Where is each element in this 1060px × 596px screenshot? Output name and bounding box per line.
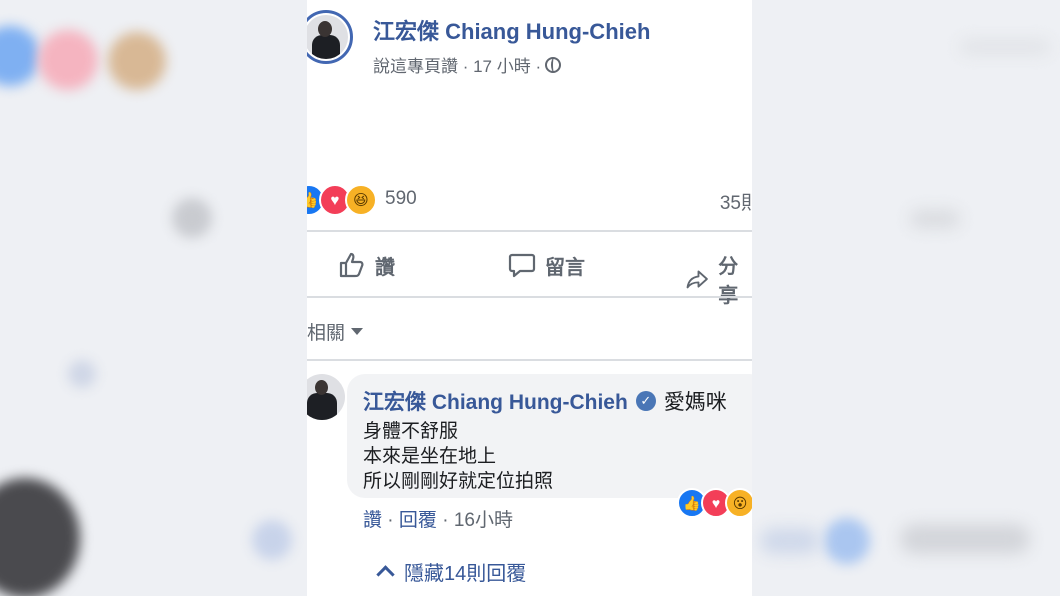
bg-blob [900,524,1030,554]
comment-author-row: 江宏傑 Chiang Hung-Chieh ✓ 愛媽咪 [363,386,727,416]
reaction-count[interactable]: 590 [385,188,417,210]
haha-reaction-icon: 😆 [345,184,377,216]
divider [307,296,752,298]
comment-timestamp[interactable]: 16小時 [454,510,513,531]
comment-button[interactable]: 留言 [507,250,585,280]
chevron-up-icon [376,565,395,584]
comment-text-line: 所以剛剛好就定位拍照 [363,471,554,492]
comment-actions: 讚 · 回覆 · 16小時 [363,505,513,532]
page-avatar[interactable] [307,10,353,64]
comment-sort-dropdown[interactable]: 最相關 [307,318,364,345]
bg-blob [172,198,212,238]
bg-blob [68,360,96,388]
share-count[interactable]: 35則 [720,188,752,215]
bg-blob [960,40,1050,54]
bg-blob [760,528,820,554]
like-button[interactable]: 讚 [337,250,395,280]
hide-replies-link[interactable]: 隱藏14則回覆 [376,557,527,586]
share-button[interactable]: 分享 [685,250,752,308]
bg-blob [0,478,80,596]
share-label: 分享 [718,256,739,307]
comment-like-link[interactable]: 讚 [363,510,382,531]
post-header: 江宏傑 Chiang Hung-Chieh 說這專頁讚 · 17 小時 · [307,8,752,78]
thumbs-up-icon [339,252,364,278]
comment-sort-label: 最相關 [307,323,346,344]
hide-replies-label: 隱藏14則回覆 [404,563,527,585]
reactions-summary[interactable]: 👍 ♥ 😆 590 35則 [307,184,752,216]
verified-badge-icon: ✓ [635,391,656,411]
share-icon [686,270,708,289]
wow-reaction-icon: 😮 [725,488,752,518]
comment-label: 留言 [545,256,585,279]
comment-first-line: 愛媽咪 [663,391,727,414]
comment-author-name[interactable]: 江宏傑 Chiang Hung-Chieh [363,386,628,416]
comment-reactions[interactable]: 👍 ♥ 😮 [677,488,752,518]
separator: · [387,510,394,531]
bg-blob [38,30,98,90]
separator: · [442,510,449,531]
comment-avatar[interactable] [307,374,345,420]
bg-blob [252,520,292,560]
post-meta-text: 說這專頁讚 · 17 小時 · [373,57,542,76]
comment-text-line: 本來是坐在地上 [363,446,497,467]
comment-bubble: 江宏傑 Chiang Hung-Chieh ✓ 愛媽咪 身體不舒服 本來是坐在地… [347,374,752,498]
comment-reply-link[interactable]: 回覆 [399,510,437,531]
divider [307,230,752,232]
bg-blob [0,26,40,86]
post-meta: 說這專頁讚 · 17 小時 · [373,52,562,77]
comment-text-line: 身體不舒服 [363,421,459,442]
post-actions: 讚 留言 分享 [307,240,752,307]
like-label: 讚 [375,256,395,279]
reaction-icons: 👍 ♥ 😆 [307,184,377,216]
bg-blob [824,518,870,564]
comment-icon [508,253,536,278]
bg-blob [108,32,166,90]
divider [307,359,752,361]
avatar-photo [307,15,348,59]
post-panel: 江宏傑 Chiang Hung-Chieh 說這專頁讚 · 17 小時 · 👍 … [307,0,752,596]
post-author-name[interactable]: 江宏傑 Chiang Hung-Chieh [373,14,650,46]
globe-icon [545,56,562,73]
bg-blob [910,210,960,228]
caret-down-icon [351,328,364,335]
